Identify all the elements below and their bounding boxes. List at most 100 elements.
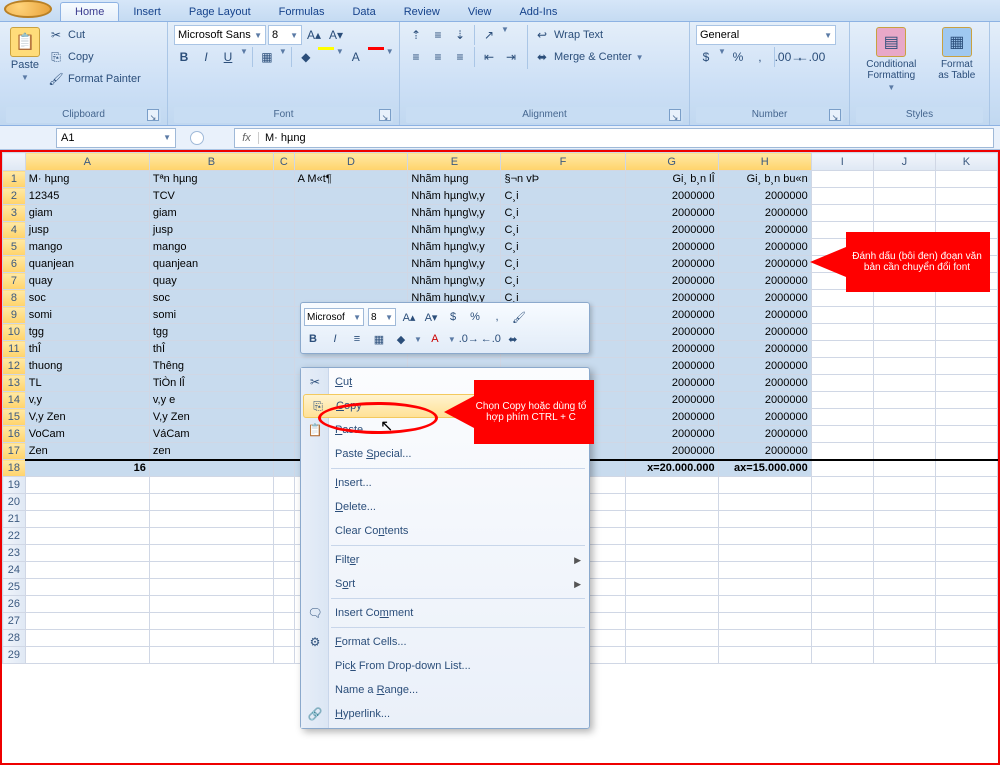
launcher-icon[interactable]: ↘ (829, 109, 841, 121)
cell[interactable]: M· hµng (25, 171, 149, 188)
cell[interactable]: 2000000 (625, 307, 718, 324)
cell[interactable]: C¸i (501, 205, 625, 222)
cell[interactable] (935, 630, 997, 647)
cell[interactable]: 2000000 (625, 392, 718, 409)
cell[interactable] (811, 290, 873, 307)
bold-icon[interactable]: B (304, 330, 322, 348)
cell[interactable] (625, 596, 718, 613)
cell[interactable]: 2000000 (625, 205, 718, 222)
cell[interactable] (273, 579, 294, 596)
ctx-format-cells[interactable]: ⚙Format Cells... (301, 630, 589, 654)
cell[interactable] (625, 613, 718, 630)
cell[interactable] (718, 545, 811, 562)
cell[interactable] (935, 290, 997, 307)
format-as-table-button[interactable]: ▦ Format as Table (931, 25, 983, 83)
cell[interactable] (873, 528, 935, 545)
font-color-icon[interactable]: A (426, 330, 444, 348)
ctx-insert-comment[interactable]: 🗨Insert Comment (301, 601, 589, 625)
cell[interactable]: 2000000 (718, 324, 811, 341)
cell[interactable] (811, 392, 873, 409)
cell[interactable]: 2000000 (625, 290, 718, 307)
cell[interactable] (25, 562, 149, 579)
cell[interactable]: 2000000 (718, 392, 811, 409)
align-center-icon[interactable]: ≡ (348, 330, 366, 348)
launcher-icon[interactable]: ↘ (147, 109, 159, 121)
cell[interactable] (25, 613, 149, 630)
cell[interactable] (25, 647, 149, 664)
cell[interactable]: v,y (25, 392, 149, 409)
cell[interactable] (811, 460, 873, 477)
cell[interactable] (273, 562, 294, 579)
cell[interactable] (935, 477, 997, 494)
cell[interactable] (718, 647, 811, 664)
row-header[interactable]: 25 (3, 579, 26, 596)
cell[interactable] (625, 647, 718, 664)
cell[interactable]: VoCam (25, 426, 149, 443)
cell[interactable] (273, 324, 294, 341)
cell[interactable]: quanjean (25, 256, 149, 273)
cell[interactable]: 2000000 (625, 443, 718, 460)
cell[interactable]: 2000000 (718, 443, 811, 460)
cell[interactable]: 2000000 (625, 341, 718, 358)
cell[interactable]: 2000000 (718, 341, 811, 358)
cell[interactable] (273, 341, 294, 358)
cell[interactable] (873, 477, 935, 494)
row-header[interactable]: 23 (3, 545, 26, 562)
cell[interactable] (25, 630, 149, 647)
cell[interactable] (935, 528, 997, 545)
cell[interactable] (935, 205, 997, 222)
cell[interactable]: 2000000 (625, 358, 718, 375)
cell[interactable] (149, 545, 273, 562)
cell[interactable]: Th­êng (149, 358, 273, 375)
italic-icon[interactable]: I (196, 47, 216, 67)
row-header[interactable]: 6 (3, 256, 26, 273)
row-header[interactable]: 26 (3, 596, 26, 613)
comma-icon[interactable]: , (750, 47, 770, 67)
cell[interactable]: TiÒn lÎ (149, 375, 273, 392)
launcher-icon[interactable]: ↘ (379, 109, 391, 121)
cell[interactable]: Nhãm hµng (408, 171, 501, 188)
cell[interactable] (25, 596, 149, 613)
shrink-font-icon[interactable]: A▾ (326, 25, 346, 45)
chevron-down-icon[interactable]: ▼ (501, 25, 509, 45)
cell[interactable]: thuong (25, 358, 149, 375)
select-all-corner[interactable] (3, 153, 26, 171)
cell[interactable] (811, 545, 873, 562)
cell[interactable] (873, 494, 935, 511)
mini-font-combo[interactable]: Microsof▼ (304, 308, 364, 326)
bold-icon[interactable]: B (174, 47, 194, 67)
cell[interactable]: C¸i (501, 239, 625, 256)
cell[interactable] (273, 511, 294, 528)
cell[interactable]: soc (149, 290, 273, 307)
cell[interactable] (25, 494, 149, 511)
align-right-icon[interactable]: ≡ (450, 47, 470, 67)
col-header-C[interactable]: C (273, 153, 294, 171)
cell[interactable] (935, 188, 997, 205)
row-header[interactable]: 13 (3, 375, 26, 392)
cell[interactable]: Gi¸ b¸n lÎ (625, 171, 718, 188)
cell[interactable] (294, 205, 408, 222)
cell[interactable] (149, 511, 273, 528)
cell[interactable]: 12345 (25, 188, 149, 205)
cell[interactable]: C¸i (501, 273, 625, 290)
cell[interactable] (149, 596, 273, 613)
cell[interactable] (811, 613, 873, 630)
cell[interactable] (625, 494, 718, 511)
cell[interactable]: §¬n vÞ (501, 171, 625, 188)
row-header[interactable]: 5 (3, 239, 26, 256)
row-header[interactable]: 20 (3, 494, 26, 511)
ctx-delete[interactable]: Delete... (301, 495, 589, 519)
cell[interactable] (273, 222, 294, 239)
cell[interactable]: 2000000 (718, 205, 811, 222)
row-header[interactable]: 4 (3, 222, 26, 239)
cell[interactable] (873, 596, 935, 613)
cell[interactable] (935, 171, 997, 188)
cell[interactable] (625, 511, 718, 528)
cell[interactable] (873, 545, 935, 562)
cell[interactable] (811, 205, 873, 222)
cell[interactable] (935, 511, 997, 528)
cell[interactable] (273, 307, 294, 324)
cell[interactable] (873, 613, 935, 630)
row-header[interactable]: 1 (3, 171, 26, 188)
cell[interactable] (718, 528, 811, 545)
